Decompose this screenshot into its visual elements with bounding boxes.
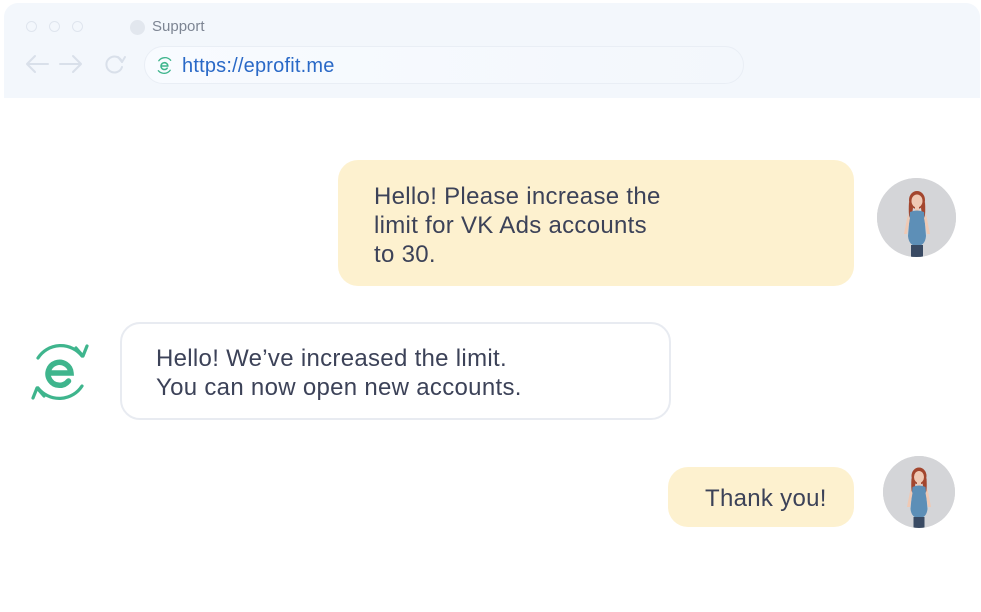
window-maximize-button[interactable] [72,21,83,32]
user-avatar [877,178,956,257]
user-photo-icon [883,456,955,528]
tab-favicon-icon [130,20,145,35]
window-close-button[interactable] [26,21,37,32]
user-message-bubble: Thank you! [668,467,854,527]
window-minimize-button[interactable] [49,21,60,32]
support-message-bubble: Hello! We’ve increased the limit. You ca… [120,322,671,420]
user-photo-icon [877,178,956,257]
eprofit-logo-icon [157,56,172,75]
eprofit-support-logo-icon [31,344,89,400]
address-bar[interactable]: https://eprofit.me [144,46,744,84]
forward-arrow-icon[interactable] [58,53,84,75]
browser-chrome: Support https://eprofit.me [4,3,980,98]
browser-tab-label[interactable]: Support [152,18,205,35]
user-message-bubble: Hello! Please increase the limit for VK … [338,160,854,286]
support-chat-page: Support https://eprofit.me Hello! Please… [0,0,981,612]
reload-icon[interactable] [103,53,129,75]
user-avatar [883,456,955,528]
back-arrow-icon[interactable] [24,53,50,75]
url-text[interactable]: https://eprofit.me [182,55,335,78]
